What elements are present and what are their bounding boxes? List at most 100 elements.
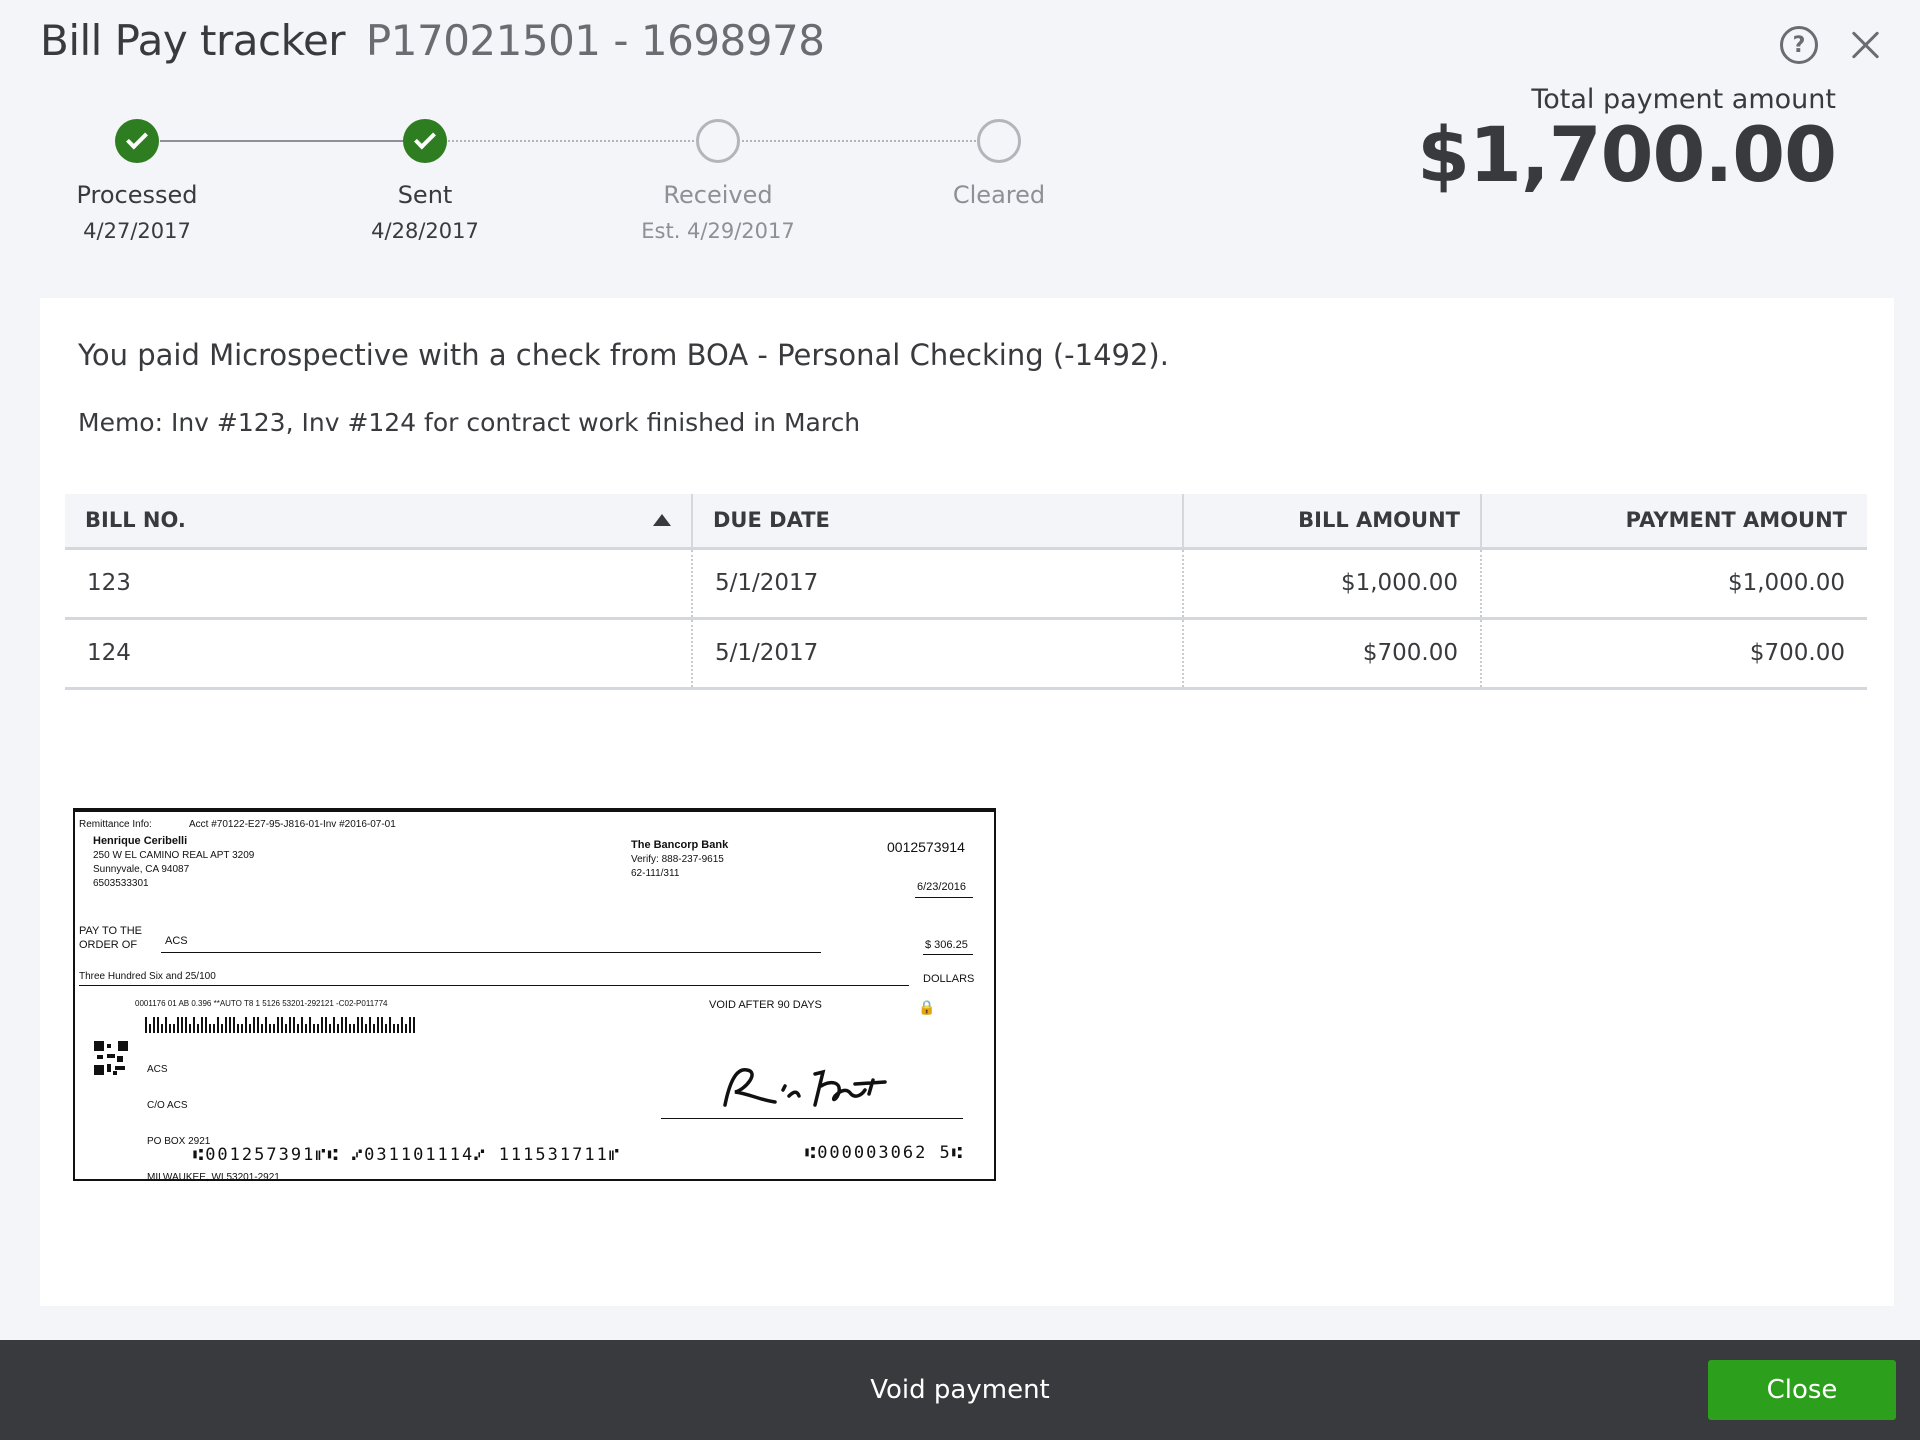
barcode-bar — [345, 1017, 347, 1033]
bill-number-cell: 123 — [65, 548, 692, 620]
barcode-bar — [209, 1024, 211, 1033]
check-order-of-label: ORDER OF — [79, 939, 138, 951]
column-header-payment-amount[interactable]: PAYMENT AMOUNT — [1480, 494, 1867, 550]
barcode-bar — [321, 1017, 323, 1033]
check-payee-address: ACS C/O ACS PO BOX 2921 MILWAUKEE, WI 53… — [147, 1040, 280, 1208]
barcode-bar — [233, 1017, 235, 1033]
barcode-bar — [269, 1024, 271, 1033]
barcode-bar — [329, 1024, 331, 1033]
tracker-step-cleared: Cleared — [889, 116, 1109, 219]
check-payer-name: Henrique Ceribelli — [93, 835, 188, 847]
barcode-bar — [165, 1017, 167, 1033]
barcode-bar — [169, 1024, 171, 1033]
barcode-bar — [301, 1017, 303, 1033]
tracker-step-sent: Sent 4/28/2017 — [315, 116, 535, 243]
payee-address-line: C/O ACS — [147, 1100, 188, 1111]
check-date: 6/23/2016 — [917, 881, 966, 893]
column-header-bill-no[interactable]: BILL NO. — [65, 494, 692, 550]
step-label: Cleared — [952, 181, 1046, 209]
barcode-bar — [213, 1024, 215, 1033]
barcode-bar — [365, 1024, 367, 1033]
barcode-bar — [393, 1024, 395, 1033]
table-row[interactable]: 123 5/1/2017 $1,000.00 $1,000.00 — [65, 548, 1867, 620]
check-bank-routing: 62-111/311 — [631, 868, 680, 879]
column-header-label: BILL NO. — [85, 508, 186, 533]
column-header-due-date[interactable]: DUE DATE — [691, 494, 1183, 550]
title-text: Bill Pay tracker — [40, 16, 346, 65]
barcode-bar — [257, 1017, 259, 1033]
barcode-bar — [189, 1024, 191, 1033]
barcode-bar — [409, 1017, 411, 1033]
check-amount-line — [923, 954, 973, 955]
check-remittance-label: Remittance Info: — [79, 819, 152, 830]
barcode-bar — [161, 1024, 163, 1033]
barcode-bar — [185, 1017, 187, 1033]
check-payee: ACS — [165, 935, 188, 947]
close-x-icon[interactable] — [1848, 27, 1884, 63]
barcode-bar — [289, 1017, 291, 1033]
barcode-bar — [413, 1017, 415, 1033]
barcode-bar — [201, 1017, 203, 1033]
tracker-step-received: Received Est. 4/29/2017 — [608, 116, 828, 243]
postal-barcode — [145, 1017, 415, 1033]
barcode-bar — [261, 1024, 263, 1033]
checkmark-icon — [414, 127, 436, 150]
step-label: Processed — [76, 181, 198, 209]
close-button[interactable]: Close — [1708, 1360, 1896, 1420]
barcode-bar — [377, 1017, 379, 1033]
step-pending-indicator — [696, 119, 740, 163]
column-header-bill-amount[interactable]: BILL AMOUNT — [1182, 494, 1481, 550]
barcode-bar — [333, 1017, 335, 1033]
barcode-bar — [293, 1017, 295, 1033]
barcode-bar — [357, 1017, 359, 1033]
barcode-bar — [245, 1017, 247, 1033]
table-row[interactable]: 124 5/1/2017 $700.00 $700.00 — [65, 618, 1867, 690]
bill-number-cell: 124 — [65, 618, 692, 690]
barcode-bar — [149, 1024, 151, 1033]
check-date-line — [915, 897, 973, 898]
barcode-bar — [221, 1024, 223, 1033]
barcode-bar — [353, 1024, 355, 1033]
step-label: Sent — [397, 181, 453, 209]
check-micr-line: ⑆001257391⑈⑆ ⑇031101114⑇ 111531711⑈ — [193, 1145, 622, 1165]
barcode-bar — [381, 1017, 383, 1033]
bill-amount-cell: $1,000.00 — [1182, 548, 1481, 620]
barcode-bar — [173, 1024, 175, 1033]
sort-ascending-icon[interactable] — [653, 514, 671, 527]
checkmark-icon — [126, 127, 148, 150]
barcode-bar — [397, 1024, 399, 1033]
barcode-bar — [205, 1017, 207, 1033]
step-date: Est. 4/29/2017 — [641, 219, 795, 243]
barcode-bar — [145, 1017, 147, 1033]
check-bank-name: The Bancorp Bank — [631, 839, 729, 851]
barcode-bar — [401, 1017, 403, 1033]
check-payer-phone: 6503533301 — [93, 878, 149, 889]
footer-bar: Void payment Close — [0, 1340, 1920, 1440]
barcode-bar — [217, 1017, 219, 1033]
barcode-bar — [153, 1017, 155, 1033]
check-payee-line — [161, 952, 821, 953]
question-circle-icon[interactable]: ? — [1780, 26, 1818, 64]
payment-amount-cell: $700.00 — [1480, 618, 1867, 690]
check-number: 0012573914 — [887, 839, 965, 855]
step-label: Received — [663, 181, 773, 209]
total-payment: Total payment amount $1,700.00 — [1417, 84, 1837, 193]
barcode-bar — [389, 1017, 391, 1033]
lock-icon: 🔒 — [918, 999, 936, 1015]
barcode-bar — [241, 1024, 243, 1033]
barcode-bar — [385, 1024, 387, 1033]
step-complete-indicator — [115, 119, 159, 163]
barcode-bar — [273, 1024, 275, 1033]
tracker-step-processed: Processed 4/27/2017 — [27, 116, 247, 243]
barcode-bar — [325, 1017, 327, 1033]
barcode-bar — [361, 1017, 363, 1033]
check-remittance-info: Acct #70122-E27-95-J816-01-Inv #2016-07-… — [189, 819, 396, 830]
barcode-bar — [341, 1017, 343, 1033]
void-payment-button[interactable]: Void payment — [870, 1375, 1050, 1405]
check-trace-line: 0001176 01 AB 0.396 **AUTO T8 1 5126 532… — [135, 999, 388, 1008]
barcode-bar — [305, 1024, 307, 1033]
payment-details-card: You paid Microspective with a check from… — [40, 298, 1894, 1306]
barcode-bar — [225, 1017, 227, 1033]
check-written-amount: Three Hundred Six and 25/100 — [79, 971, 216, 982]
check-payer-city: Sunnyvale, CA 94087 — [93, 864, 190, 875]
